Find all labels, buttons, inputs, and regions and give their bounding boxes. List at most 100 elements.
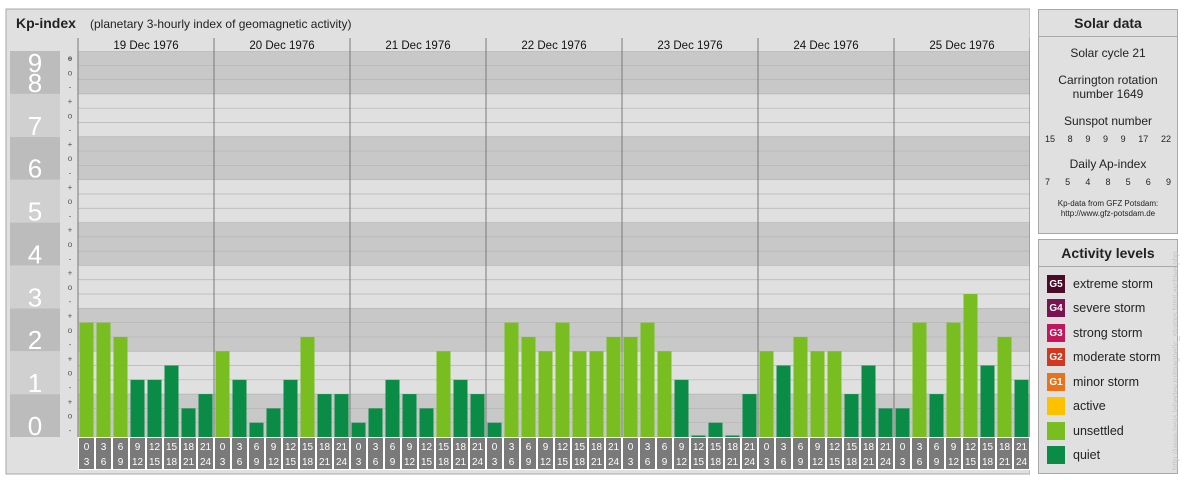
kp-bar (79, 322, 94, 437)
kp-level-bands (10, 51, 1030, 437)
legend-strong-storm: G3 strong storm (1047, 323, 1142, 343)
interval-start-label: 21 (880, 442, 892, 453)
legend-label: unsettled (1073, 424, 1124, 438)
y-minor-label: + (68, 183, 73, 192)
interval-end-label: 24 (880, 457, 892, 468)
interval-start-label: 0 (84, 442, 90, 453)
kp-bar (266, 408, 281, 437)
interval-end-label: 3 (900, 457, 906, 468)
interval-end-label: 12 (132, 457, 144, 468)
kp-bar (504, 322, 519, 437)
kp-bar (572, 351, 587, 437)
source-link[interactable]: http://www.gfz-potsdam.de (1039, 209, 1177, 219)
interval-start-label: 21 (472, 442, 484, 453)
sunspot-value: 15 (1045, 134, 1056, 144)
interval-end-label: 18 (710, 457, 722, 468)
interval-start-label: 6 (662, 442, 668, 453)
g5-badge-icon: G5 (1047, 275, 1065, 293)
interval-end-label: 18 (846, 457, 858, 468)
interval-end-label: 6 (237, 457, 243, 468)
kp-bar (555, 322, 570, 437)
sunspot-value: 17 (1138, 134, 1149, 144)
interval-start-label: 9 (815, 442, 821, 453)
y-tick-label: 5 (28, 197, 42, 227)
activity-panel-title: Activity levels (1039, 240, 1177, 267)
interval-end-label: 24 (608, 457, 620, 468)
interval-start-label: 18 (455, 442, 467, 453)
kp-chart: Kp-index (planetary 3-hourly index of ge… (5, 8, 1030, 475)
interval-end-label: 24 (200, 457, 212, 468)
interval-start-label: 15 (710, 442, 722, 453)
interval-end-label: 12 (540, 457, 552, 468)
interval-end-label: 24 (744, 457, 756, 468)
y-minor-label: + (68, 97, 73, 106)
interval-end-label: 3 (220, 457, 226, 468)
interval-start-label: 3 (781, 442, 787, 453)
legend-label: extreme storm (1073, 277, 1153, 291)
kp-bar (334, 394, 349, 437)
solar-data-panel: Solar data Solar cycle 21 Carrington rot… (1038, 9, 1178, 234)
ap-value: 5 (1065, 177, 1071, 187)
kp-bar (810, 351, 825, 437)
interval-end-label: 21 (591, 457, 603, 468)
ap-value: 8 (1105, 177, 1111, 187)
interval-end-label: 24 (1016, 457, 1028, 468)
y-minor-label: + (68, 269, 73, 278)
kp-bar (963, 294, 978, 437)
day-label: 19 Dec 1976 (113, 40, 178, 52)
unsettled-swatch-icon (1047, 422, 1065, 440)
activity-levels-panel: Activity levels G5 extreme storm G4 seve… (1038, 239, 1178, 474)
y-tick-label: 7 (28, 111, 42, 141)
interval-end-label: 12 (948, 457, 960, 468)
kp-bar (878, 408, 893, 437)
interval-end-label: 15 (829, 457, 841, 468)
interval-end-label: 9 (526, 457, 532, 468)
kp-band (78, 136, 1030, 180)
kp-bar (538, 351, 553, 437)
y-tick-label: 4 (28, 239, 42, 269)
kp-bar (113, 336, 128, 437)
legend-label: minor storm (1073, 375, 1139, 389)
interval-start-label: 12 (421, 442, 433, 453)
interval-end-label: 12 (812, 457, 824, 468)
y-minor-label: - (69, 254, 72, 263)
interval-start-label: 9 (679, 442, 685, 453)
kp-band (78, 51, 1030, 94)
kp-bar (385, 379, 400, 437)
y-minor-label: o (68, 197, 73, 206)
interval-end-label: 15 (421, 457, 433, 468)
ap-value: 6 (1145, 177, 1151, 187)
legend-active: active (1047, 396, 1106, 416)
interval-end-label: 24 (336, 457, 348, 468)
kp-bar (759, 351, 774, 437)
interval-end-label: 24 (472, 457, 484, 468)
interval-end-label: 6 (917, 457, 923, 468)
interval-start-label: 6 (254, 442, 260, 453)
y-minor-label: - (69, 126, 72, 135)
day-label: 22 Dec 1976 (521, 40, 586, 52)
y-minor-label: - (69, 383, 72, 392)
interval-start-label: 21 (1016, 442, 1028, 453)
y-minor-label: o (68, 283, 73, 292)
interval-start-label: 12 (693, 442, 705, 453)
kp-bar (317, 394, 332, 437)
y-minor-label: o (68, 111, 73, 120)
y-tick-label: 9 (28, 48, 42, 78)
kp-bar (708, 422, 723, 437)
interval-end-label: 15 (693, 457, 705, 468)
interval-end-label: 21 (727, 457, 739, 468)
interval-start-label: 6 (526, 442, 532, 453)
ap-value: 5 (1125, 177, 1131, 187)
sunspot-label: Sunspot number (1063, 114, 1153, 128)
kp-bar (147, 379, 162, 437)
interval-start-label: 21 (200, 442, 212, 453)
kp-bar (487, 422, 502, 437)
interval-start-label: 0 (764, 442, 770, 453)
sunspot-value: 8 (1067, 134, 1073, 144)
kp-bar (130, 379, 145, 437)
kp-bar (249, 422, 264, 437)
y-minor-label: o (68, 240, 73, 249)
interval-start-label: 18 (727, 442, 739, 453)
interval-start-label: 21 (336, 442, 348, 453)
ap-values: 7 5 4 8 5 6 9 (1039, 177, 1177, 187)
